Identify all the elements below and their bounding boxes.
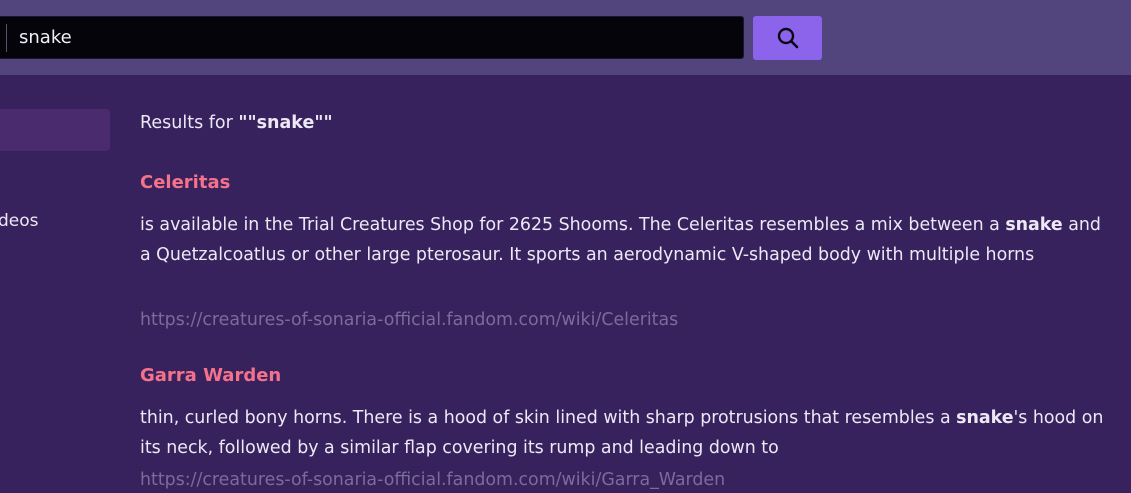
result-url-garra-warden[interactable]: https://creatures-of-sonaria-official.fa… (140, 467, 725, 493)
snippet-text: is available in the Trial Creatures Shop… (140, 215, 1006, 235)
result-title-garra-warden[interactable]: Garra Warden (140, 363, 281, 389)
sidebar-item-active[interactable] (0, 109, 110, 151)
results-heading: Results for ""snake"" (140, 110, 333, 136)
search-button[interactable] (753, 16, 822, 60)
result-title-celeritas[interactable]: Celeritas (140, 170, 230, 196)
input-divider (6, 24, 7, 52)
top-search-bar (0, 0, 1131, 75)
snippet-highlight: snake (956, 408, 1014, 428)
result-url-celeritas[interactable]: https://creatures-of-sonaria-official.fa… (140, 307, 678, 333)
search-input[interactable] (0, 16, 744, 59)
snippet-text: thin, curled bony horns. There is a hood… (140, 408, 957, 428)
result-snippet-celeritas: is available in the Trial Creatures Shop… (140, 210, 1115, 270)
sidebar-item-label: Videos (0, 211, 39, 231)
search-icon (777, 27, 798, 49)
snippet-highlight: snake (1005, 215, 1063, 235)
result-snippet-garra-warden: thin, curled bony horns. There is a hood… (140, 403, 1115, 463)
results-heading-query: ""snake"" (238, 113, 333, 133)
sidebar-item-videos[interactable]: Videos (0, 209, 108, 233)
results-heading-prefix: Results for (140, 113, 239, 133)
